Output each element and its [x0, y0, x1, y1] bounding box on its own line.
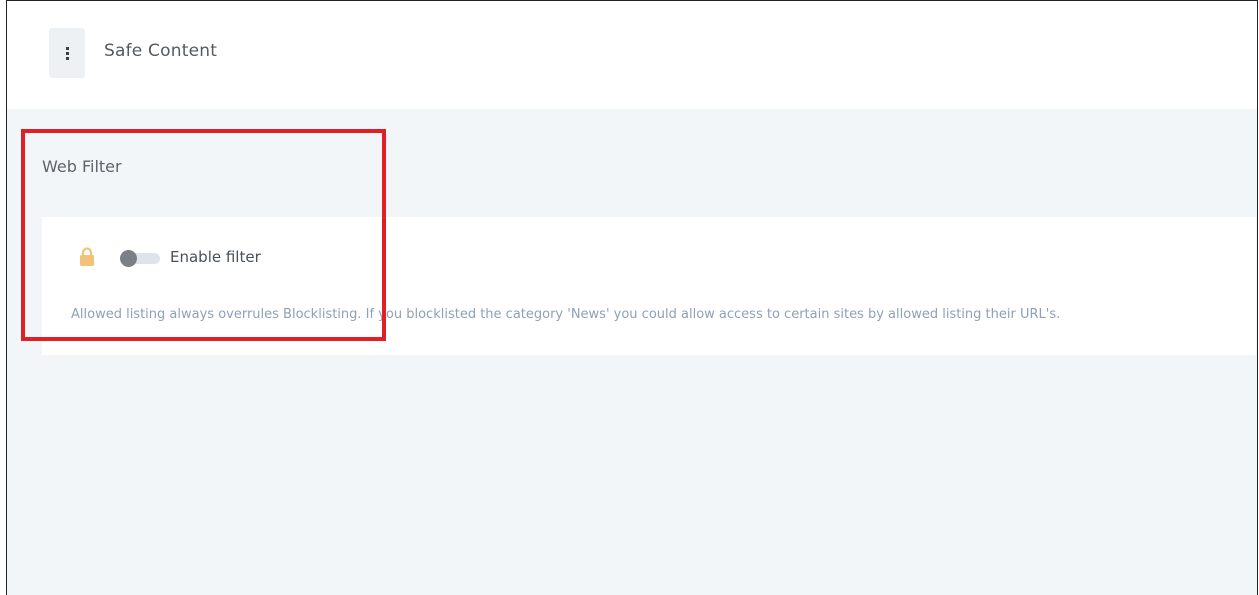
- filter-info-text: Allowed listing always overrules Blockli…: [71, 307, 1061, 322]
- web-filter-card: Enable filter Allowed listing always ove…: [42, 217, 1256, 355]
- enable-filter-label: Enable filter: [170, 248, 261, 266]
- lock-icon: [80, 247, 94, 266]
- menu-button[interactable]: [49, 28, 85, 78]
- toggle-knob: [120, 250, 137, 267]
- page-title: Safe Content: [104, 41, 218, 61]
- more-vertical-icon: [65, 46, 69, 60]
- app-window: Safe Content Web Filter Enable filter Al…: [6, 0, 1258, 595]
- page-header: Safe Content: [7, 1, 1257, 109]
- enable-filter-toggle[interactable]: [120, 250, 160, 267]
- main-content: Web Filter Enable filter Allowed listing…: [7, 109, 1257, 595]
- section-title: Web Filter: [42, 157, 122, 176]
